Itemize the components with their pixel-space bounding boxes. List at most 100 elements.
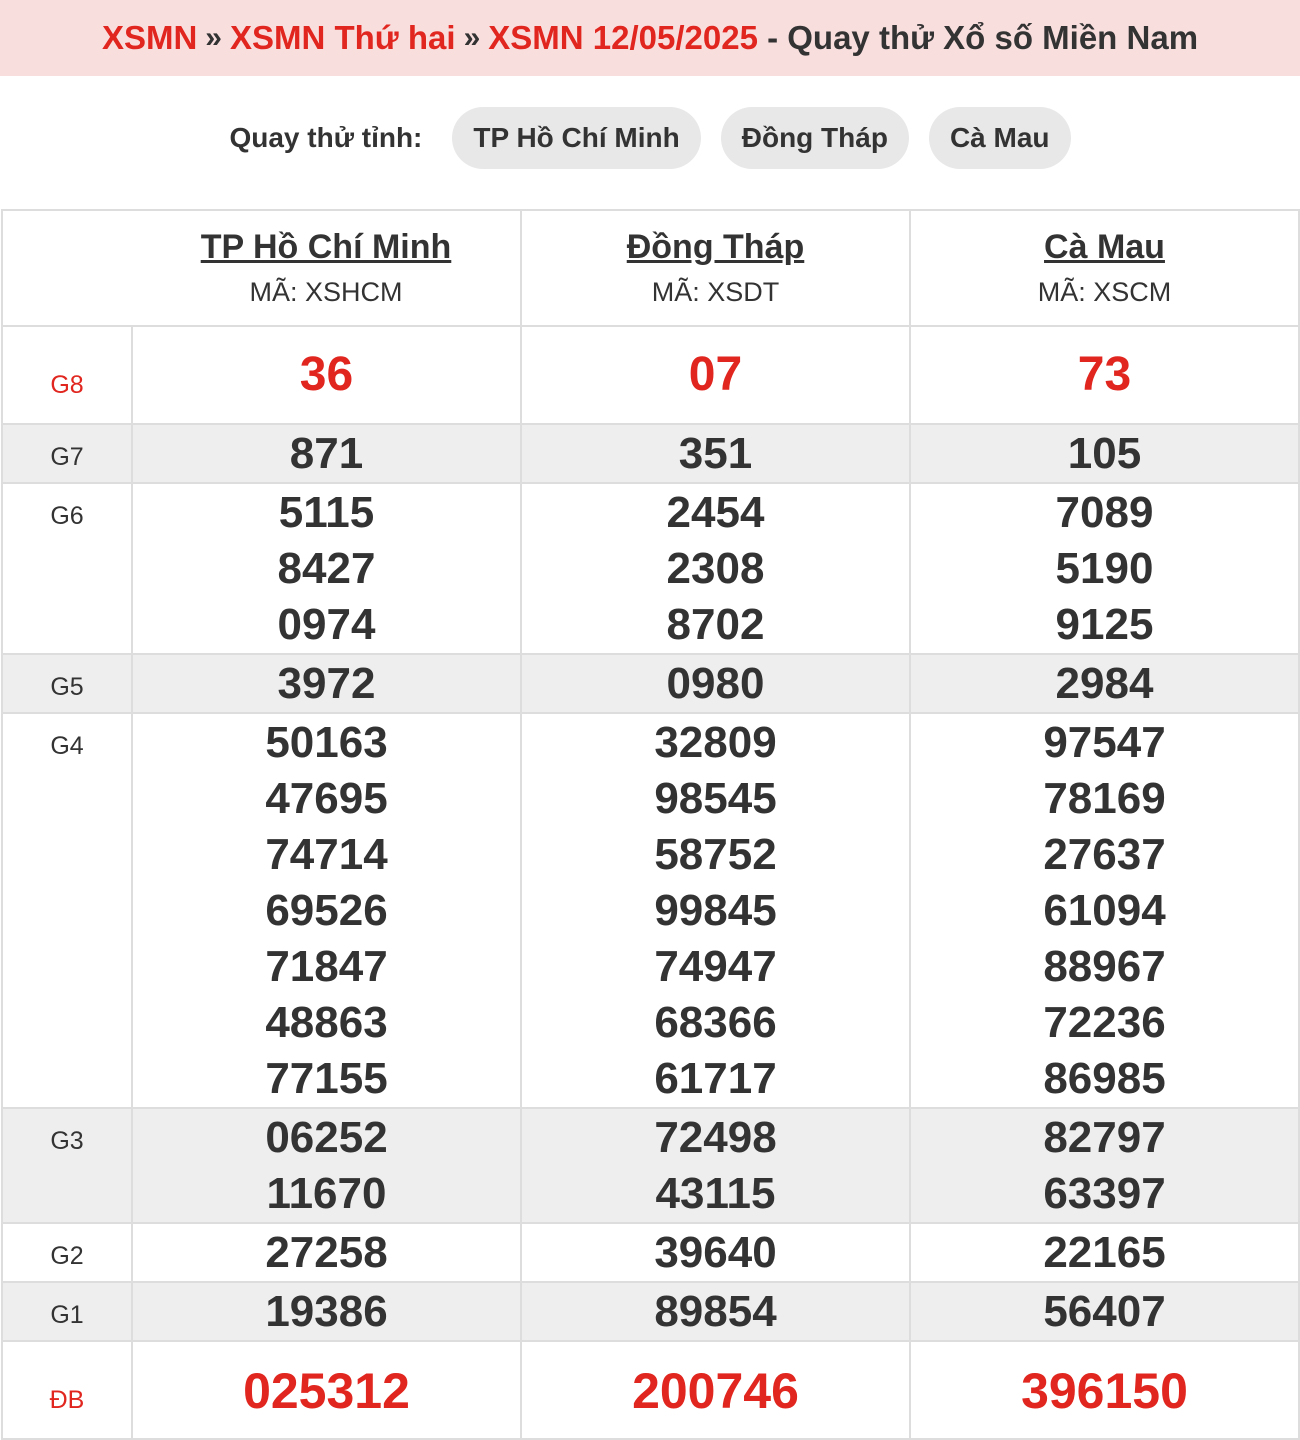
lottery-number: 351 — [678, 429, 753, 478]
prize-label: ĐB — [1, 1340, 133, 1440]
province-code: MÃ: XSHCM — [249, 277, 403, 307]
prize-cell: 72498 43115 — [520, 1107, 911, 1224]
prize-cell: 396150 — [909, 1340, 1300, 1440]
province-picker: Quay thử tỉnh: TP Hồ Chí Minh Đồng Tháp … — [0, 106, 1300, 170]
province-header: Đồng Tháp MÃ: XSDT — [520, 209, 911, 327]
prize-cell: 50163 47695 74714 69526 71847 48863 77155 — [131, 712, 522, 1109]
page-title-breadcrumb: XSMN » XSMN Thứ hai » XSMN 12/05/2025 - … — [0, 0, 1300, 76]
lottery-number: 89854 — [654, 1287, 777, 1336]
prize-cell: 07 — [520, 325, 911, 425]
prize-cell: 27258 — [131, 1222, 522, 1283]
prize-row-g7: G7 871 351 105 — [1, 423, 1300, 484]
lottery-number: 2308 — [666, 544, 765, 593]
prize-row-db: ĐB 025312 200746 396150 — [1, 1340, 1300, 1440]
province-link[interactable]: Đồng Tháp — [522, 228, 909, 267]
lottery-number: 5115 — [278, 488, 375, 537]
lottery-number: 97547 — [1043, 718, 1166, 767]
prize-cell: 2454 2308 8702 — [520, 482, 911, 655]
lottery-number: 69526 — [265, 886, 388, 935]
lottery-number: 8702 — [666, 600, 765, 649]
prize-cell: 22165 — [909, 1222, 1300, 1283]
prize-cell: 56407 — [909, 1281, 1300, 1342]
province-code: MÃ: XSDT — [651, 277, 780, 307]
prize-label: G8 — [1, 325, 133, 425]
lottery-number: 39640 — [654, 1228, 777, 1277]
province-button-ca-mau[interactable]: Cà Mau — [928, 107, 1071, 169]
lottery-number: 68366 — [654, 998, 777, 1047]
prize-cell: 0980 — [520, 653, 911, 714]
lottery-number: 88967 — [1043, 942, 1166, 991]
breadcrumb-separator-icon: » — [205, 21, 222, 54]
lottery-number: 73 — [1077, 348, 1132, 401]
prize-cell: 36 — [131, 325, 522, 425]
prize-label: G1 — [1, 1281, 133, 1342]
prize-cell: 3972 — [131, 653, 522, 714]
lottery-number: 07 — [688, 348, 743, 401]
prize-cell: 39640 — [520, 1222, 911, 1283]
prize-cell: 200746 — [520, 1340, 911, 1440]
prize-label: G7 — [1, 423, 133, 484]
lottery-number: 27637 — [1043, 830, 1166, 879]
lottery-number: 32809 — [654, 718, 777, 767]
prize-cell: 89854 — [520, 1281, 911, 1342]
prize-cell: 19386 — [131, 1281, 522, 1342]
prize-cell: 5115 8427 0974 — [131, 482, 522, 655]
lottery-number: 86985 — [1043, 1054, 1166, 1103]
lottery-number: 8427 — [277, 544, 376, 593]
prize-cell: 82797 63397 — [909, 1107, 1300, 1224]
lottery-number: 0980 — [666, 659, 765, 708]
province-header: TP Hồ Chí Minh MÃ: XSHCM — [132, 209, 522, 327]
prize-row-g6: G6 5115 8427 0974 2454 2308 8702 7089 5190 9125 — [1, 482, 1300, 655]
lottery-number: 74947 — [654, 942, 777, 991]
table-header-row: TP Hồ Chí Minh MÃ: XSHCM Đồng Tháp MÃ: X… — [1, 209, 1300, 327]
prize-label: G4 — [1, 712, 133, 1109]
lottery-number: 48863 — [265, 998, 388, 1047]
lottery-number: 200746 — [632, 1363, 799, 1419]
prize-cell: 105 — [909, 423, 1300, 484]
prize-row-g5: G5 3972 0980 2984 — [1, 653, 1300, 714]
prize-label: G3 — [1, 1107, 133, 1224]
lottery-number: 50163 — [265, 718, 388, 767]
prize-label: G6 — [1, 482, 133, 655]
lottery-number: 56407 — [1043, 1287, 1166, 1336]
lottery-number: 0974 — [277, 600, 376, 649]
breadcrumb-date-link[interactable]: XSMN 12/05/2025 — [488, 19, 758, 57]
lottery-number: 72498 — [654, 1113, 777, 1162]
lottery-number: 71847 — [265, 942, 388, 991]
province-button-dong-thap[interactable]: Đồng Tháp — [720, 107, 909, 169]
lottery-number: 22165 — [1043, 1228, 1166, 1277]
prize-row-g8: G8 36 07 73 — [1, 325, 1300, 425]
lottery-number: 98545 — [654, 774, 777, 823]
lottery-number: 99845 — [654, 886, 777, 935]
lottery-number: 7089 — [1055, 488, 1154, 537]
lottery-number: 36 — [299, 348, 354, 401]
lottery-number: 74714 — [265, 830, 388, 879]
province-button-hcm[interactable]: TP Hồ Chí Minh — [452, 107, 701, 169]
breadcrumb-day-link[interactable]: XSMN Thứ hai — [230, 19, 456, 57]
prize-cell: 32809 98545 58752 99845 74947 68366 61717 — [520, 712, 911, 1109]
lottery-number: 78169 — [1043, 774, 1166, 823]
prize-row-g4: G4 50163 47695 74714 69526 71847 48863 77155 328… — [1, 712, 1300, 1109]
lottery-number: 72236 — [1043, 998, 1166, 1047]
prize-row-g1: G1 19386 89854 56407 — [1, 1281, 1300, 1342]
results-table: TP Hồ Chí Minh MÃ: XSHCM Đồng Tháp MÃ: X… — [1, 209, 1300, 1440]
province-header: Cà Mau MÃ: XSCM — [909, 209, 1300, 327]
lottery-number: 47695 — [265, 774, 388, 823]
lottery-number: 61717 — [654, 1054, 777, 1103]
province-link[interactable]: Cà Mau — [911, 228, 1298, 267]
lottery-number: 27258 — [265, 1228, 388, 1277]
province-link[interactable]: TP Hồ Chí Minh — [132, 228, 520, 267]
lottery-number: 871 — [289, 429, 364, 478]
lottery-number: 105 — [1067, 429, 1142, 478]
breadcrumb-home-link[interactable]: XSMN — [102, 19, 197, 57]
prize-cell: 06252 11670 — [131, 1107, 522, 1224]
prize-label: G5 — [1, 653, 133, 714]
lottery-number: 82797 — [1043, 1113, 1166, 1162]
lottery-number: 06252 — [265, 1113, 388, 1162]
prize-cell: 351 — [520, 423, 911, 484]
lottery-number: 9125 — [1055, 600, 1154, 649]
lottery-number: 2984 — [1055, 659, 1154, 708]
prize-cell: 025312 — [131, 1340, 522, 1440]
prize-cell: 97547 78169 27637 61094 88967 72236 86985 — [909, 712, 1300, 1109]
prize-row-g3: G3 06252 11670 72498 43115 82797 63397 — [1, 1107, 1300, 1224]
